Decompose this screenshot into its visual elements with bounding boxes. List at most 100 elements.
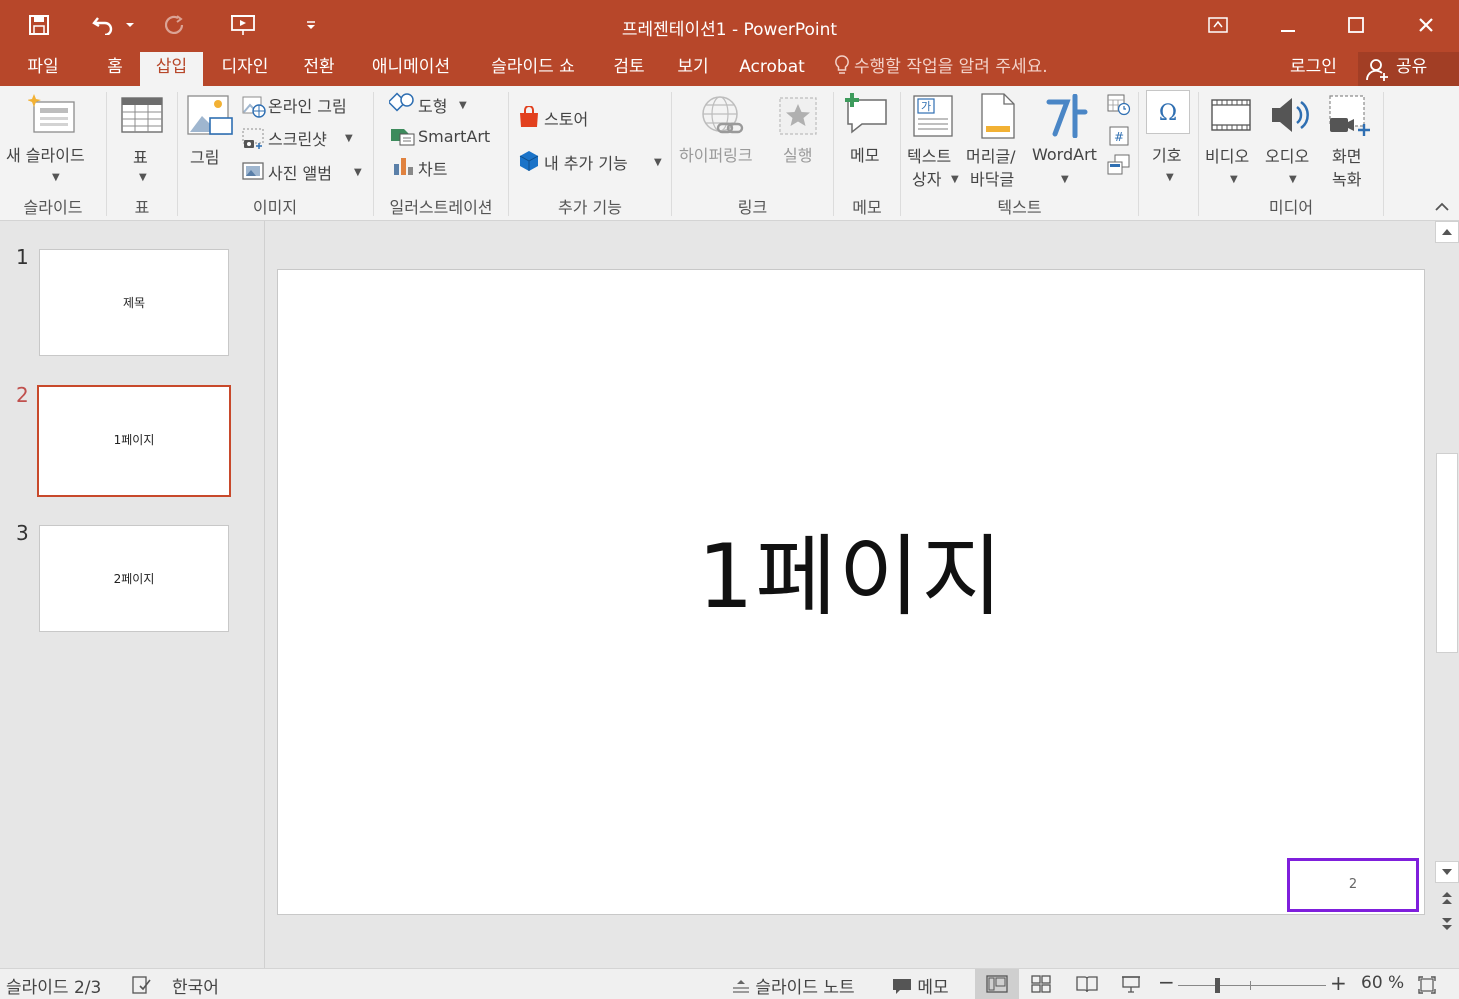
comments-button[interactable]: 메모 <box>892 973 949 998</box>
photo-album-dropdown-icon: ▼ <box>354 167 362 178</box>
ribbon-display-options-icon[interactable] <box>1198 10 1238 40</box>
store-label: 스토어 <box>544 110 589 129</box>
group-label-tables: 표 <box>134 198 150 217</box>
table-icon <box>121 97 163 133</box>
svg-text:Ω: Ω <box>1159 101 1177 124</box>
login-link[interactable]: 로그인 <box>1290 52 1337 83</box>
photo-album-label: 사진 앨범 <box>268 164 332 183</box>
slide-indicator: 슬라이드 2/3 <box>6 978 102 998</box>
thumbnail-number: 1 <box>16 245 29 269</box>
slide-thumbnail-pane: 1 제목 2 1페이지 3 2페이지 <box>0 221 265 968</box>
normal-view-button[interactable] <box>975 969 1019 999</box>
thumbnail-number: 2 <box>16 383 29 407</box>
group-label-addins: 추가 기능 <box>558 198 622 217</box>
hyperlink-icon <box>702 96 744 134</box>
zoom-in-button[interactable]: + <box>1330 971 1347 995</box>
header-footer-label-1: 머리글/ <box>966 147 1016 166</box>
fit-to-window-icon[interactable] <box>1418 976 1436 994</box>
wordart-icon <box>1046 94 1088 138</box>
slide-thumbnail-2[interactable]: 1페이지 <box>37 385 231 497</box>
slide-number-icon[interactable]: # <box>1109 126 1129 146</box>
thumbnail-title: 1페이지 <box>113 433 155 447</box>
new-slide-dropdown-icon: ▼ <box>52 172 60 183</box>
comments-label: 메모 <box>917 978 949 998</box>
tab-acrobat[interactable]: Acrobat <box>734 52 810 86</box>
shapes-dropdown-icon: ▼ <box>459 100 467 111</box>
tab-design[interactable]: 디자인 <box>212 52 278 86</box>
chart-label: 차트 <box>418 160 448 179</box>
slide-canvas[interactable]: 1페이지 <box>277 269 1425 915</box>
comment-label: 메모 <box>850 146 880 165</box>
slide-sorter-icon[interactable] <box>1031 975 1051 993</box>
shapes-label: 도형 <box>418 97 448 116</box>
scroll-up-icon[interactable] <box>1435 221 1459 243</box>
screenshot-label: 스크린샷 <box>268 130 327 149</box>
group-separator <box>1138 92 1139 216</box>
zoom-out-button[interactable]: − <box>1158 972 1175 992</box>
tab-slideshow[interactable]: 슬라이드 쇼 <box>478 52 588 86</box>
screen-recording-label-1: 화면 <box>1332 147 1362 166</box>
table-dropdown-icon: ▼ <box>139 172 147 183</box>
picture-icon <box>187 95 233 135</box>
date-time-icon[interactable] <box>1107 94 1131 116</box>
next-slide-icon[interactable] <box>1435 913 1459 935</box>
language-indicator[interactable]: 한국어 <box>172 973 219 998</box>
tab-animations[interactable]: 애니메이션 <box>360 52 462 86</box>
new-comment-icon <box>845 93 887 134</box>
my-addins-dropdown-icon: ▼ <box>654 157 662 168</box>
screenshot-icon <box>242 128 264 149</box>
zoom-slider-thumb[interactable] <box>1215 978 1220 993</box>
audio-dropdown-icon: ▼ <box>1289 174 1297 185</box>
tab-view[interactable]: 보기 <box>668 52 718 86</box>
share-button[interactable]: 공유 <box>1358 52 1459 86</box>
collapse-ribbon-icon[interactable] <box>1434 200 1450 212</box>
symbol-dropdown-icon: ▼ <box>1166 172 1174 183</box>
store-icon <box>520 106 538 127</box>
textbox-icon: 가 <box>913 95 953 137</box>
scrollbar-thumb[interactable] <box>1436 453 1458 653</box>
slide-number-placeholder[interactable]: 2 <box>1287 858 1419 912</box>
group-label-links: 링크 <box>737 198 768 217</box>
tab-insert[interactable]: 삽입 <box>140 52 203 86</box>
slideshow-view-icon[interactable] <box>1121 975 1141 993</box>
tab-file[interactable]: 파일 <box>20 52 66 86</box>
previous-slide-icon[interactable] <box>1435 887 1459 909</box>
lightbulb-icon <box>835 55 849 74</box>
maximize-icon[interactable] <box>1336 10 1376 40</box>
notes-button[interactable]: 슬라이드 노트 <box>732 973 855 998</box>
group-label-text: 텍스트 <box>997 198 1042 217</box>
my-addins-icon <box>519 151 539 171</box>
scroll-down-icon[interactable] <box>1435 861 1459 883</box>
wordart-dropdown-icon: ▼ <box>1061 174 1069 185</box>
slide-title-text[interactable]: 1페이지 <box>278 506 1424 633</box>
normal-view-icon <box>986 975 1008 993</box>
slide-thumbnail-3[interactable]: 2페이지 <box>39 525 229 632</box>
tab-review[interactable]: 검토 <box>602 52 656 86</box>
reading-view-icon[interactable] <box>1076 975 1098 993</box>
object-icon[interactable] <box>1107 154 1131 176</box>
tab-transitions[interactable]: 전환 <box>292 52 346 86</box>
screen-recording-icon <box>1329 95 1370 136</box>
tell-me-search[interactable]: 수행할 작업을 알려 주세요. <box>834 52 1048 86</box>
group-label-images: 이미지 <box>252 198 298 217</box>
zoom-level[interactable]: 60 % <box>1361 973 1404 993</box>
vertical-scrollbar[interactable] <box>1435 221 1459 968</box>
photo-album-icon <box>242 162 264 180</box>
close-icon[interactable] <box>1406 10 1446 40</box>
group-label-comments: 메모 <box>852 198 882 217</box>
slide-thumbnail-1[interactable]: 제목 <box>39 249 229 356</box>
video-icon <box>1211 99 1251 131</box>
svg-text:가: 가 <box>921 100 931 113</box>
tell-me-text: 수행할 작업을 알려 주세요. <box>854 57 1048 77</box>
spell-check-icon[interactable] <box>132 976 152 994</box>
thumbnail-title: 2페이지 <box>113 572 155 586</box>
tab-home[interactable]: 홈 <box>96 52 134 86</box>
header-footer-icon <box>981 93 1015 139</box>
slide-number-text: 2 <box>1348 877 1358 892</box>
thumbnail-title: 제목 <box>122 296 146 310</box>
wordart-label: WordArt <box>1032 145 1097 164</box>
action-label: 실행 <box>783 146 813 165</box>
zoom-slider-track[interactable] <box>1178 985 1326 986</box>
shapes-icon <box>389 92 414 112</box>
minimize-icon[interactable] <box>1268 10 1308 40</box>
